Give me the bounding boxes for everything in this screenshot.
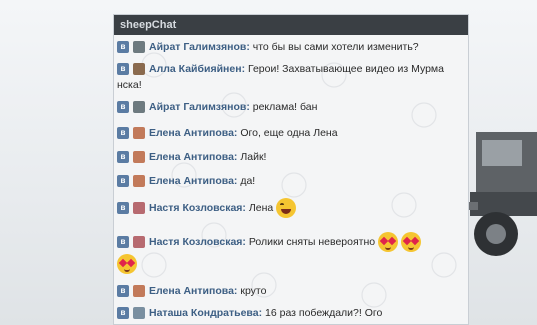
- message-text: да!: [240, 175, 256, 187]
- laughing-emoji: [276, 198, 297, 219]
- avatar: [133, 63, 145, 76]
- message-row: в Елена Антипова: Лайк!: [117, 149, 463, 165]
- avatar: [133, 202, 145, 215]
- message-row: в Настя Козловская: Лена: [117, 197, 463, 219]
- message-text: Ого, еще одна Лена: [240, 127, 338, 139]
- heart-eyes-emoji: [378, 232, 399, 253]
- message-row: в Елена Антипова: да!: [117, 173, 463, 189]
- avatar: [133, 307, 145, 320]
- message-row: в Елена Антипова: круто: [117, 283, 463, 299]
- avatar: [133, 236, 145, 249]
- message-text: Лайк!: [240, 151, 267, 163]
- vk-icon: в: [117, 307, 129, 320]
- author-name[interactable]: Елена Антипова: [149, 285, 234, 297]
- message-text: Лена: [248, 202, 274, 214]
- author-name[interactable]: Наташа Кондратьева: [149, 307, 259, 319]
- author-name[interactable]: Настя Козловская: [149, 202, 242, 214]
- avatar: [133, 285, 145, 298]
- heart-eyes-emoji: [400, 232, 421, 253]
- message-text: круто: [240, 285, 267, 297]
- author-name[interactable]: Елена Антипова: [149, 151, 234, 163]
- chat-window: sheepChat в Айрат Галимзянов: что бы вы с…: [113, 14, 469, 325]
- message-row: в Алла Кайбияйнен: Герои! Захватывающее в…: [117, 63, 444, 91]
- message-text: Ролики сняты невероятно: [248, 236, 376, 248]
- message-row: в Елена Антипова: Ого, еще одна Лена: [117, 125, 463, 141]
- author-name[interactable]: Алла Кайбияйнен: [149, 63, 242, 75]
- heart-eyes-emoji: [117, 254, 137, 275]
- author-name[interactable]: Айрат Галимзянов: [149, 41, 246, 53]
- avatar: [133, 151, 145, 164]
- author-name[interactable]: Елена Антипова: [149, 127, 234, 139]
- avatar: [133, 41, 145, 54]
- vk-icon: в: [117, 63, 129, 76]
- author-name[interactable]: Настя Козловская: [149, 236, 242, 248]
- author-name[interactable]: Елена Антипова: [149, 175, 234, 187]
- truck-image: [466, 132, 537, 256]
- message-row: в Айрат Галимзянов: реклама! бан: [117, 99, 463, 115]
- avatar: [133, 175, 145, 188]
- vk-icon: в: [117, 236, 129, 249]
- vk-icon: в: [117, 101, 129, 114]
- chat-title: sheepChat: [114, 15, 468, 35]
- vk-icon: в: [117, 202, 129, 215]
- message-row: в Наташа Кондратьева: 16 раз побеждали?! …: [117, 305, 463, 321]
- message-text-continued: нска!: [117, 79, 142, 91]
- author-name[interactable]: Айрат Галимзянов: [149, 101, 246, 113]
- vk-icon: в: [117, 175, 129, 188]
- message-text: что бы вы сами хотели изменить?: [252, 41, 419, 53]
- vk-icon: в: [117, 41, 129, 54]
- message-text: реклама! бан: [252, 101, 318, 113]
- message-row: в Айрат Галимзянов: что бы вы сами хотели…: [117, 39, 463, 55]
- vk-icon: в: [117, 151, 129, 164]
- vk-icon: в: [117, 285, 129, 298]
- message-row: в Настя Козловская: Ролики сняты невероят…: [117, 231, 463, 275]
- message-text: 16 раз побеждали?! Ого: [265, 307, 383, 319]
- vk-icon: в: [117, 127, 129, 140]
- avatar: [133, 127, 145, 140]
- avatar: [133, 101, 145, 114]
- message-text: Герои! Захватывающее видео из Мурма: [247, 63, 444, 75]
